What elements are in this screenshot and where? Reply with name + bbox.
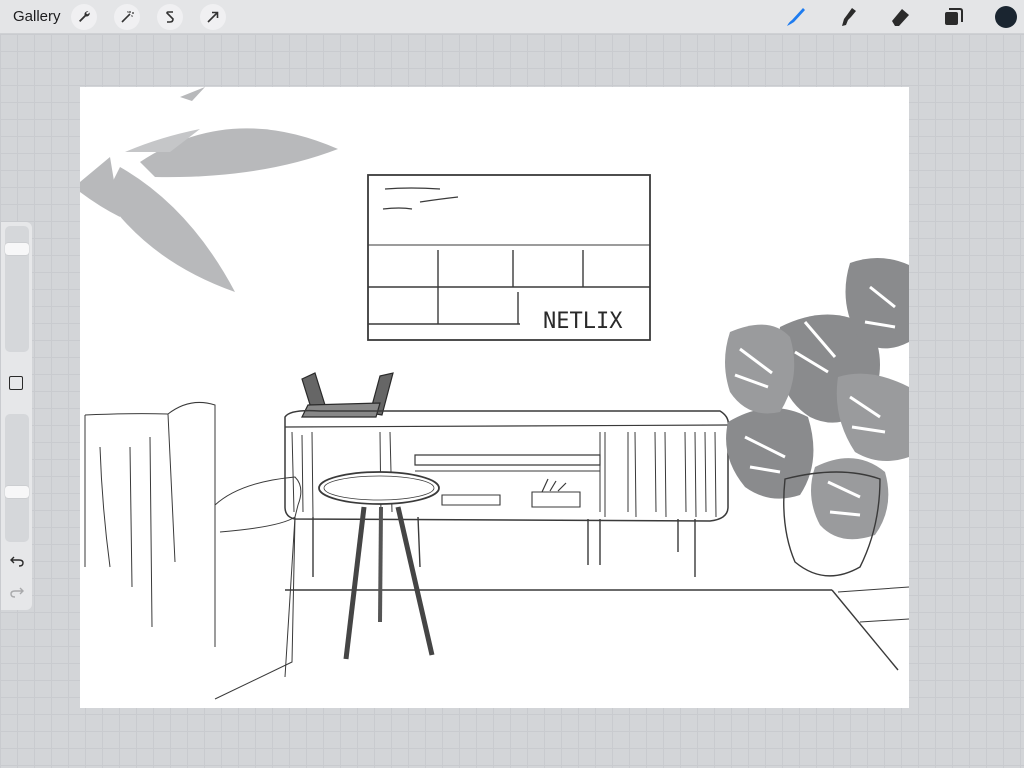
sketch-artwork: NETLIX — [80, 87, 909, 700]
undo-icon — [10, 556, 24, 567]
brush-size-slider[interactable] — [5, 226, 29, 352]
eraser-icon — [892, 9, 909, 26]
brush-size-thumb[interactable] — [5, 243, 29, 255]
undo-button[interactable] — [8, 553, 26, 569]
leaf-shadow — [80, 87, 338, 292]
monstera-plant — [725, 257, 909, 577]
tv-screen-text: NETLIX — [543, 309, 623, 334]
brush-button[interactable] — [783, 5, 809, 29]
smudge-button[interactable] — [835, 5, 861, 29]
left-sidebar — [1, 222, 32, 610]
modify-button[interactable] — [9, 376, 23, 390]
layers-button[interactable] — [940, 5, 966, 29]
top-toolbar: Gallery — [0, 0, 1024, 34]
magic-wand-icon — [121, 11, 134, 23]
redo-icon — [10, 587, 24, 598]
side-table-sketch — [318, 471, 440, 660]
adjustments-button[interactable] — [114, 4, 140, 30]
selection-button[interactable] — [157, 4, 183, 30]
transform-button[interactable] — [200, 4, 226, 30]
wrench-icon — [79, 11, 90, 22]
drawing-canvas[interactable]: NETLIX — [80, 87, 909, 708]
selection-icon — [166, 11, 174, 23]
gallery-button[interactable]: Gallery — [13, 8, 61, 25]
actions-wrench-button[interactable] — [71, 4, 97, 30]
color-picker-button[interactable] — [995, 6, 1017, 28]
redo-button[interactable] — [8, 584, 26, 600]
smudge-icon — [842, 8, 856, 26]
eraser-button[interactable] — [887, 5, 913, 29]
armchair-sketch — [84, 402, 302, 700]
opacity-slider[interactable] — [5, 414, 29, 542]
brush-icon — [787, 8, 805, 26]
layers-icon — [945, 8, 963, 25]
transform-arrow-icon — [207, 11, 219, 23]
opacity-thumb[interactable] — [5, 486, 29, 498]
